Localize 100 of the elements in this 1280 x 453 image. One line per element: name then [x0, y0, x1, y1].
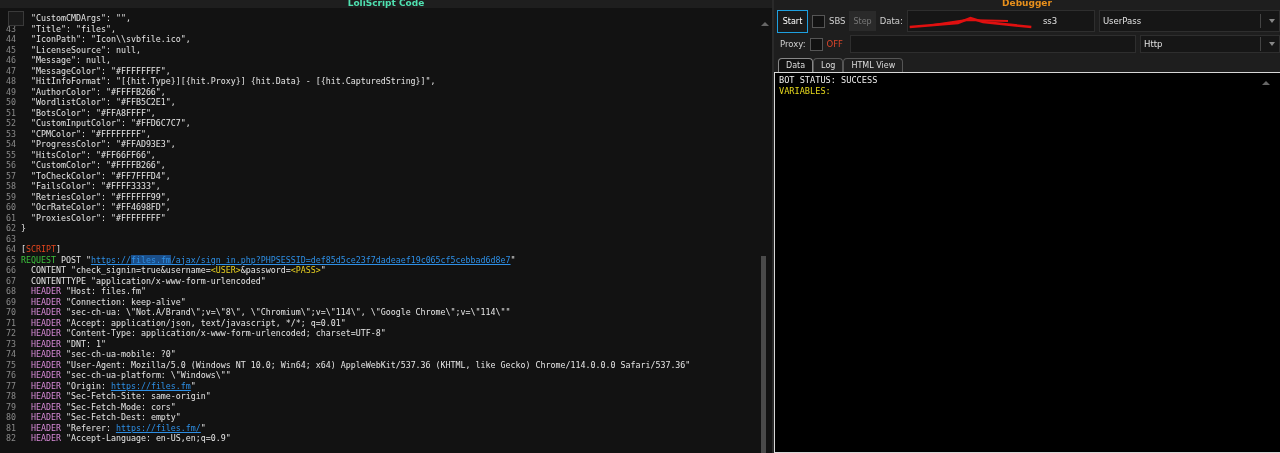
line-number: 81 [6, 422, 17, 433]
line-number: 64 [6, 244, 17, 255]
code-line: "WordlistColor": "#FFB5C2E1", [30, 97, 176, 108]
line-number: 62 [6, 223, 17, 234]
code-line: "Title": "files", [30, 23, 116, 34]
line-number: 60 [6, 202, 17, 213]
line-number: 77 [6, 380, 17, 391]
data-label: Data: [879, 16, 903, 26]
code-line: "ProxiesColor": "#FFFFFFFF" [30, 212, 166, 223]
line-number: 47 [6, 65, 17, 76]
line-number: 45 [6, 44, 17, 55]
line-number: 58 [6, 181, 17, 192]
line-number: 71 [6, 317, 17, 328]
line-number: 55 [6, 149, 17, 160]
code-line: } [21, 223, 26, 234]
checkbox[interactable] [812, 14, 825, 28]
code-line: CONTENTTYPE "application/x-www-form-urlencoded" [30, 275, 266, 286]
line-number: 66 [6, 265, 17, 276]
line-number: 76 [6, 370, 17, 381]
code-line: "LicenseSource": null, [30, 44, 141, 55]
line-number: 79 [6, 401, 17, 412]
code-line: "FailsColor": "#FFFF3333", [30, 181, 161, 192]
code-line: "CustomInputColor": "#FFD6C7C7", [30, 118, 191, 129]
proxy-type-dropdown[interactable]: Http [1140, 35, 1280, 53]
scrollbar-thumb[interactable] [761, 256, 766, 453]
data-field[interactable]: ss3 [906, 10, 1095, 32]
line-number: 75 [6, 359, 17, 370]
code-line: "BotsColor": "#FFA8FFFF", [30, 107, 156, 118]
status-text: BOT STATUS: SUCCESS [779, 75, 879, 86]
line-number: 72 [6, 328, 17, 339]
line-number: 48 [6, 76, 17, 87]
code-line: HEADER "Sec-Fetch-Mode: cors" [30, 401, 176, 412]
proxy-state-label: OFF [826, 39, 843, 49]
code-line: HEADER "DNT: 1" [30, 338, 106, 349]
code-line: "ProgressColor": "#FFAD93E3", [30, 139, 176, 150]
code-line: HEADER "User-Agent: Mozilla/5.0 (Windows NT 10.0; Win64; x64) AppleWebKit/537.36 (KHTML, like Gecko) Chrome/114.0.0.0 Safari/537.36" [30, 359, 691, 370]
code-line: HEADER "sec-ch-ua: \"Not.A/Brand\";v=\"8\", \"Chromium\";v=\"114\", \"Google Chrome\";v=\"114\"" [30, 307, 511, 318]
code-line: "RetriesColor": "#FFFFFF99", [30, 191, 171, 202]
code-line: HEADER "Referer: https://files.fm/" [30, 422, 206, 433]
code-line: HEADER "Sec-Fetch-Dest: empty" [30, 412, 181, 423]
code-line: "CustomCMDArgs": "", [30, 13, 131, 24]
panel-title: Debugger [1002, 0, 1052, 8]
code-line: "OcrRateColor": "#FF4698FD", [30, 202, 171, 213]
code-line: HEADER "Accept: application/json, text/javascript, */*; q=0.01" [30, 317, 346, 328]
line-number: 53 [6, 128, 17, 139]
code-line: "CustomColor": "#FFFFB266", [30, 160, 166, 171]
line-number: 54 [6, 139, 17, 150]
line-number: 57 [6, 170, 17, 181]
code-line: "MessageColor": "#FFFFFFFF", [30, 65, 171, 76]
line-number: 74 [6, 349, 17, 360]
tab[interactable]: Log [813, 58, 844, 72]
code-editor[interactable] [0, 8, 772, 453]
code-line: HEADER "sec-ch-ua-platform: \"Windows\"" [30, 370, 231, 381]
proxy-label: Proxy: [780, 39, 806, 49]
line-number: 52 [6, 118, 17, 129]
line-number: 46 [6, 55, 17, 66]
code-line: [SCRIPT] [21, 244, 61, 255]
caret-icon [1269, 42, 1275, 46]
code-line: "IconPath": "Icon\\svbfile.ico", [30, 34, 191, 45]
code-line: "CPMColor": "#FFFFFFFF", [30, 128, 151, 139]
line-number: 82 [6, 433, 17, 444]
panel-title: LoliScript Code [347, 0, 425, 8]
code-line: HEADER "Connection: keep-alive" [30, 296, 186, 307]
code-line: "Message": null, [30, 55, 111, 66]
line-number: 65 [6, 254, 17, 265]
tab[interactable]: Data [778, 58, 814, 72]
line-number: 70 [6, 307, 17, 318]
line-number: 68 [6, 286, 17, 297]
code-line: "ToCheckColor": "#FF7FFFD4", [30, 170, 171, 181]
gutter-box [8, 11, 24, 26]
line-number: 63 [6, 233, 17, 244]
line-number: 56 [6, 160, 17, 171]
line-number: 59 [6, 191, 17, 202]
sbs-label: SBS [829, 16, 846, 26]
caret-icon [1269, 19, 1275, 23]
checkbox[interactable] [809, 37, 823, 51]
line-number: 51 [6, 107, 17, 118]
code-line: HEADER "Origin: https://files.fm" [30, 380, 196, 391]
code-line: HEADER "Host: files.fm" [30, 286, 146, 297]
line-number: 69 [6, 296, 17, 307]
code-line: HEADER "Accept-Language: en-US,en;q=0.9" [30, 433, 231, 444]
start-button[interactable]: Start [777, 9, 808, 33]
line-number: 78 [6, 391, 17, 402]
variables-label: VARIABLES: [779, 85, 832, 96]
scroll-up-icon[interactable] [1262, 81, 1270, 85]
line-number: 44 [6, 34, 17, 45]
code-line: HEADER "Content-Type: application/x-www-form-urlencoded; charset=UTF-8" [30, 328, 386, 339]
line-number: 49 [6, 86, 17, 97]
code-line: "HitInfoFormat": "[{hit.Type}][{hit.Proxy}] {hit.Data} - [{hit.CapturedString}]", [30, 76, 436, 87]
line-number: 61 [6, 212, 17, 223]
proxy-field[interactable] [850, 35, 1136, 53]
wordlist-type-dropdown[interactable]: UserPass [1098, 10, 1280, 32]
line-number: 50 [6, 97, 17, 108]
code-line: "HitsColor": "#FF66FF66", [30, 149, 156, 160]
code-line: CONTENT "check_signin=true&username=<USER>&password=<PASS>" [30, 265, 326, 276]
tab[interactable]: HTML View [843, 58, 904, 72]
line-number: 73 [6, 338, 17, 349]
line-number: 67 [6, 275, 17, 286]
code-line: HEADER "Sec-Fetch-Site: same-origin" [30, 391, 211, 402]
line-number: 80 [6, 412, 17, 423]
